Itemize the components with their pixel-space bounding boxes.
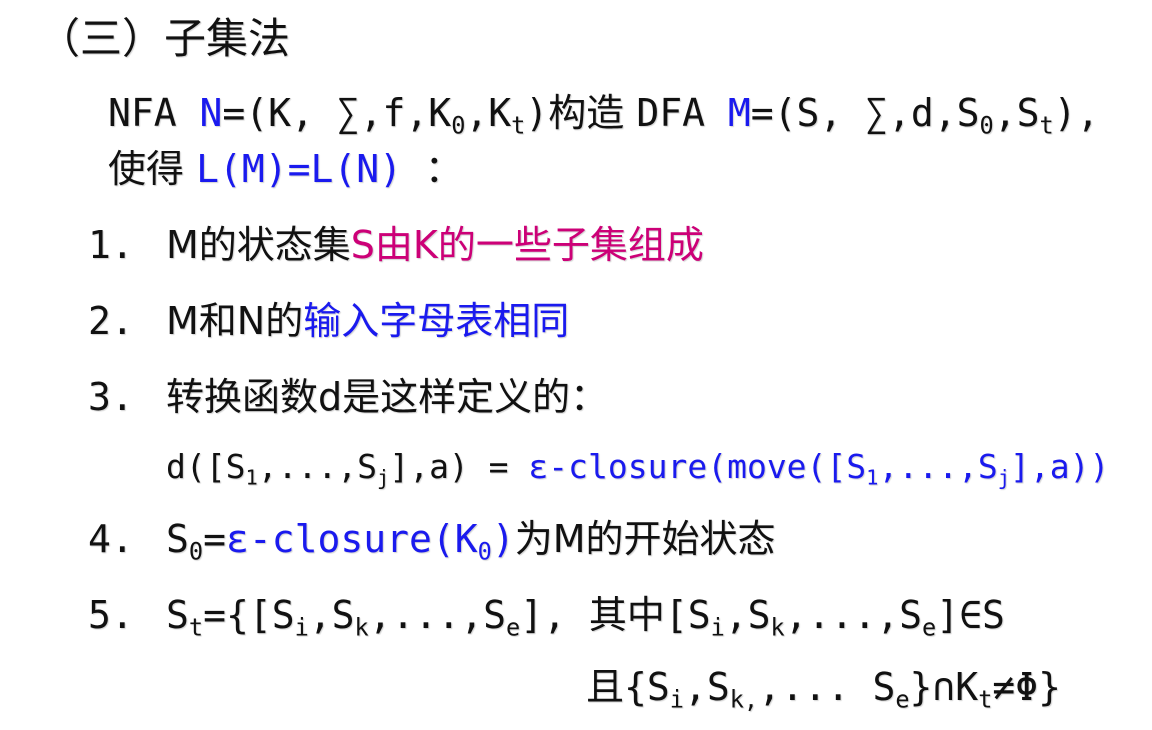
dfa-st-subscript: t: [1039, 111, 1054, 140]
set-expression: ,...,S: [784, 593, 923, 637]
condition-subscript: t: [978, 685, 993, 714]
item-number: 5.: [88, 593, 134, 637]
formula-subscript: j: [377, 465, 390, 490]
set-subscript: e: [506, 613, 521, 642]
final-state-subscript: t: [188, 613, 204, 642]
start-state-subscript: 0: [188, 537, 204, 566]
formula-rhs: ,...,S: [878, 447, 998, 486]
language-equation: L(M)=L(N): [196, 147, 402, 191]
set-expression: ,...,S: [368, 593, 507, 637]
item-text: 为M的开始状态: [514, 517, 776, 561]
set-expression: ,S: [724, 593, 771, 637]
item-number: 2.: [88, 299, 134, 343]
colon: ：: [402, 147, 463, 191]
intro-line-1: NFA N=(K, ∑,f,K0,Kt)构造 DFA M=(S, ∑,d,S0,…: [108, 94, 1099, 138]
condition-expression: }∩K: [909, 665, 979, 709]
construct-word: 构造: [548, 91, 637, 135]
set-expression: ={[S: [203, 593, 295, 637]
list-item-5: 5. St={[Si,Sk,...,Se], 其中[Si,Sk,...,Se]∈S: [88, 596, 1005, 640]
closure-subscript: 0: [477, 537, 492, 566]
condition-expression: ≠Φ}: [992, 665, 1062, 709]
condition-subscript: e: [895, 685, 910, 714]
formula-subscript: 1: [245, 465, 258, 490]
condition-expression: ,S: [683, 665, 730, 709]
set-subscript: i: [294, 613, 309, 642]
dfa-s0-subscript: 0: [979, 111, 994, 140]
dfa-tuple: =(S, ∑,d,S: [750, 91, 980, 135]
item-text: M和N的: [166, 299, 304, 343]
item-number: 3.: [88, 375, 134, 419]
set-subscript: e: [922, 613, 937, 642]
item-highlight: S由K的一些子集组成: [350, 223, 704, 267]
nfa-label: NFA: [108, 91, 200, 135]
dfa-tuple-close: ),: [1053, 91, 1100, 135]
item-number: 1.: [88, 223, 134, 267]
set-subscript: k: [354, 613, 369, 642]
set-subscript: i: [710, 613, 725, 642]
nfa-tuple-close: ): [525, 91, 549, 135]
formula-rhs: ε-closure(move([S: [528, 447, 867, 486]
nfa-tuple-comma: ,K: [465, 91, 512, 135]
formula-lhs: d([S: [166, 447, 246, 486]
transition-formula: d([S1,...,Sj],a) = ε-closure(move([S1,..…: [166, 450, 1109, 488]
item-text: M的状态集: [166, 223, 351, 267]
set-subscript: k: [770, 613, 785, 642]
set-expression: ]∈S: [936, 593, 1005, 637]
item-text: 转换函数d是这样定义的：: [166, 375, 609, 419]
closure-expression: ): [491, 517, 515, 561]
set-expression: ,S: [308, 593, 355, 637]
list-item-2: 2. M和N的输入字母表相同: [88, 302, 569, 340]
condition-subscript: i: [669, 685, 684, 714]
condition-expression: ,... S: [758, 665, 896, 709]
nfa-k0-subscript: 0: [451, 111, 466, 140]
dfa-tuple-comma: ,S: [993, 91, 1040, 135]
nfa-kt-subscript: t: [511, 111, 526, 140]
dfa-name: M: [727, 91, 751, 135]
dfa-label: DFA: [636, 91, 728, 135]
formula-lhs: ,...,S: [257, 447, 378, 486]
final-state-symbol: S: [166, 593, 189, 637]
list-item-4: 4. S0=ε-closure(K0)为M的开始状态: [88, 520, 776, 564]
formula-subscript: 1: [866, 465, 879, 490]
nfa-tuple: =(K, ∑,f,K: [222, 91, 452, 135]
formula-subscript: j: [997, 465, 1011, 490]
nfa-name: N: [199, 91, 223, 135]
equals-sign: =: [203, 517, 226, 561]
condition-subscript: k,: [729, 685, 759, 714]
item-5-condition: 且{Si,Sk,,... Se}∩Kt≠Φ}: [586, 668, 1061, 712]
intro-line-2: 使得 L(M)=L(N) ：: [108, 150, 463, 188]
set-expression: ], 其中[S: [520, 593, 711, 637]
list-item-3: 3. 转换函数d是这样定义的：: [88, 378, 608, 416]
section-heading: （三）子集法: [38, 14, 291, 63]
condition-expression: 且{S: [586, 665, 670, 709]
slide: （三）子集法 NFA N=(K, ∑,f,K0,Kt)构造 DFA M=(S, …: [0, 0, 1152, 730]
formula-lhs: ],a) =: [389, 447, 529, 486]
such-that: 使得: [108, 147, 197, 191]
closure-expression: ε-closure(K: [225, 517, 478, 561]
formula-rhs: ],a)): [1010, 447, 1110, 486]
item-highlight: 输入字母表相同: [303, 299, 570, 343]
item-number: 4.: [88, 517, 134, 561]
list-item-1: 1. M的状态集S由K的一些子集组成: [88, 226, 704, 264]
start-state-symbol: S: [166, 517, 189, 561]
